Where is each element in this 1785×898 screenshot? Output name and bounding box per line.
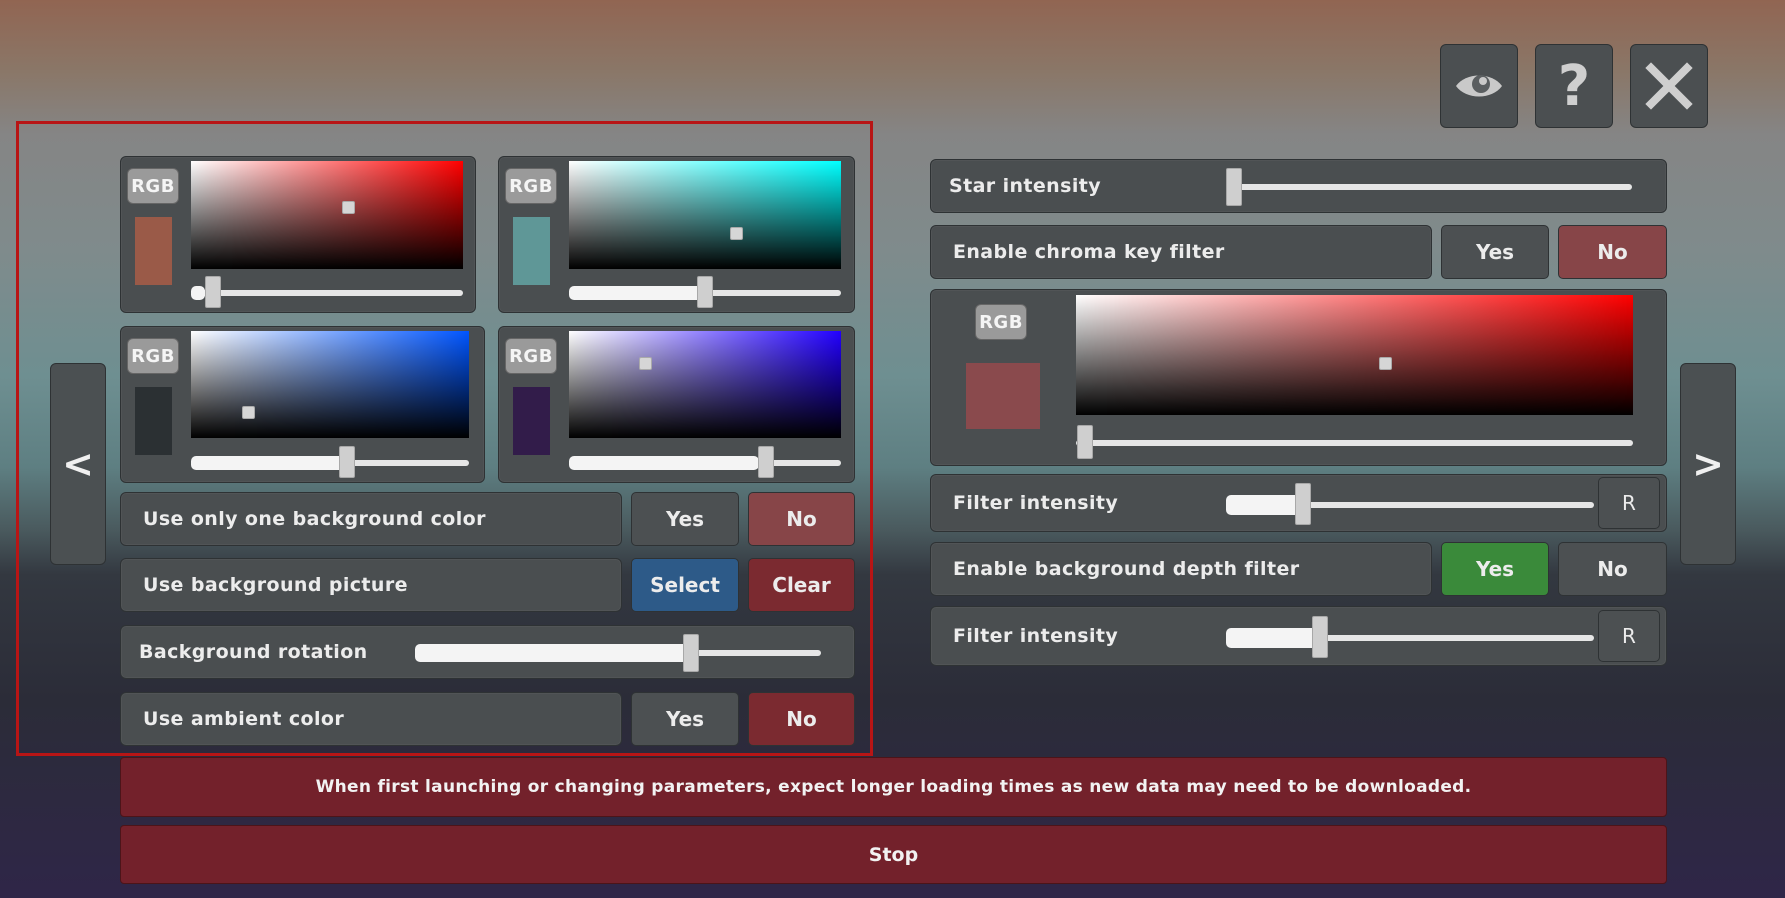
eye-icon xyxy=(1456,75,1502,97)
filter-intensity-row-1: Filter intensity R xyxy=(930,474,1667,532)
filter-intensity-label: Filter intensity xyxy=(953,625,1119,647)
bg-rotation-label: Background rotation xyxy=(139,641,368,663)
color-swatch xyxy=(966,363,1040,429)
filter-intensity-slider-fill xyxy=(1226,495,1303,515)
filter-intensity-reset-button[interactable]: R xyxy=(1598,477,1660,529)
star-intensity-slider-track[interactable] xyxy=(1226,184,1632,190)
rgb-mode-button[interactable]: RGB xyxy=(127,338,179,374)
one-bg-color-no-button[interactable]: No xyxy=(748,492,855,546)
saturation-value-area[interactable] xyxy=(1076,295,1633,415)
hue-slider-handle[interactable] xyxy=(339,446,355,478)
rgb-mode-button[interactable]: RGB xyxy=(505,338,557,374)
hue-slider-handle[interactable] xyxy=(205,276,221,308)
hue-slider-fill xyxy=(569,286,705,300)
hue-slider-track[interactable] xyxy=(191,290,463,296)
star-intensity-row: Star intensity xyxy=(930,159,1667,213)
saturation-value-area[interactable] xyxy=(191,161,463,269)
rgb-mode-button[interactable]: RGB xyxy=(975,304,1027,340)
bg-picture-clear-button[interactable]: Clear xyxy=(748,558,855,612)
saturation-value-area[interactable] xyxy=(569,161,841,269)
one-bg-color-yes-button[interactable]: Yes xyxy=(631,492,739,546)
next-page-button[interactable]: > xyxy=(1680,363,1736,565)
color-cursor[interactable] xyxy=(730,227,743,240)
chroma-hue-slider-handle[interactable] xyxy=(1077,425,1093,459)
hue-slider-handle[interactable] xyxy=(758,446,774,478)
close-button[interactable] xyxy=(1630,44,1708,128)
ambient-color-yes-button[interactable]: Yes xyxy=(631,692,739,746)
filter-intensity-slider-handle[interactable] xyxy=(1295,483,1311,525)
rgb-mode-button[interactable]: RGB xyxy=(505,168,557,204)
chroma-key-label: Enable chroma key filter xyxy=(930,225,1432,279)
color-cursor[interactable] xyxy=(242,406,255,419)
saturation-value-area[interactable] xyxy=(569,331,841,438)
ambient-color-label: Use ambient color xyxy=(120,692,622,746)
help-button[interactable]: ? xyxy=(1535,44,1613,128)
filter-intensity-slider-handle[interactable] xyxy=(1312,616,1328,658)
loading-notice: When first launching or changing paramet… xyxy=(120,757,1667,817)
chroma-key-yes-button[interactable]: Yes xyxy=(1441,225,1549,279)
filter-intensity-label: Filter intensity xyxy=(953,492,1119,514)
filter-intensity-reset-button[interactable]: R xyxy=(1598,610,1660,662)
bg-rotation-slider-handle[interactable] xyxy=(683,634,699,672)
star-intensity-label: Star intensity xyxy=(949,175,1101,197)
saturation-value-area[interactable] xyxy=(191,331,469,438)
star-intensity-slider-handle[interactable] xyxy=(1226,168,1242,206)
chroma-hue-slider-track[interactable] xyxy=(1076,440,1633,446)
hue-slider-fill xyxy=(191,456,345,470)
visibility-button[interactable] xyxy=(1440,44,1518,128)
chroma-color-picker-panel: RGB xyxy=(930,289,1667,466)
color-cursor[interactable] xyxy=(342,201,355,214)
color-picker-panel-3: RGB xyxy=(120,326,485,483)
color-picker-panel-2: RGB xyxy=(498,156,855,313)
color-swatch xyxy=(513,217,550,285)
one-bg-color-label: Use only one background color xyxy=(120,492,622,546)
bg-picture-label: Use background picture xyxy=(120,558,622,612)
rgb-mode-button[interactable]: RGB xyxy=(127,168,179,204)
close-icon xyxy=(1645,62,1693,110)
color-picker-panel-1: RGB xyxy=(120,156,476,313)
question-mark-icon: ? xyxy=(1557,53,1591,119)
depth-filter-yes-button[interactable]: Yes xyxy=(1441,542,1549,596)
filter-intensity-row-2: Filter intensity R xyxy=(930,606,1667,666)
chroma-key-no-button[interactable]: No xyxy=(1558,225,1667,279)
ambient-color-no-button[interactable]: No xyxy=(748,692,855,746)
stop-button[interactable]: Stop xyxy=(120,825,1667,884)
bg-rotation-row: Background rotation xyxy=(120,625,855,679)
color-picker-panel-4: RGB xyxy=(498,326,855,483)
bg-picture-select-button[interactable]: Select xyxy=(631,558,739,612)
color-swatch xyxy=(513,387,550,455)
color-swatch xyxy=(135,217,172,285)
color-swatch xyxy=(135,387,172,455)
depth-filter-no-button[interactable]: No xyxy=(1558,542,1667,596)
hue-slider-handle[interactable] xyxy=(697,276,713,308)
hue-slider-fill xyxy=(569,456,759,470)
filter-intensity-slider-fill xyxy=(1226,628,1321,648)
bg-rotation-slider-fill xyxy=(415,644,691,662)
hue-slider-fill xyxy=(191,286,205,300)
color-cursor[interactable] xyxy=(639,357,652,370)
depth-filter-label: Enable background depth filter xyxy=(930,542,1432,596)
color-cursor[interactable] xyxy=(1379,357,1392,370)
